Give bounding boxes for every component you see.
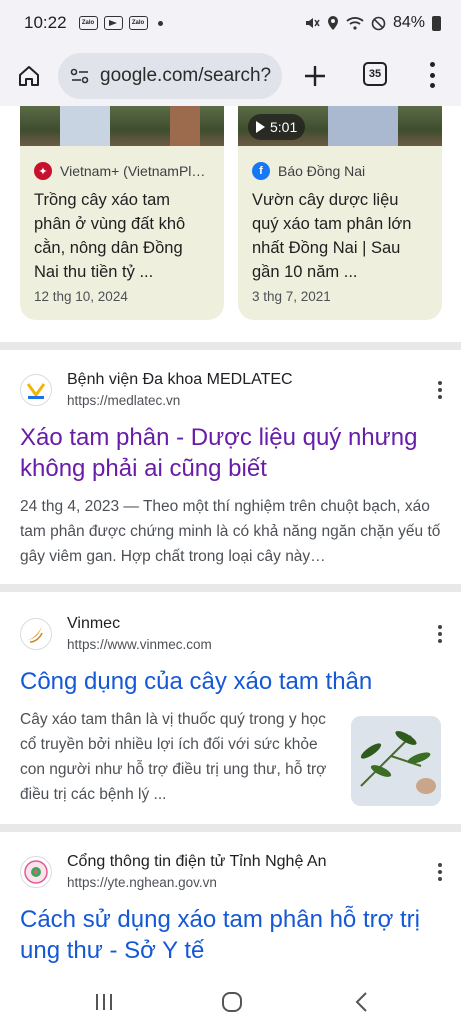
result-site-name: Bệnh viện Đa khoa MEDLATEC [67,371,293,388]
video-duration: 5:01 [270,119,298,135]
zalo-notification-icon: Zalo [78,16,98,30]
zalo-notification-icon: Zalo [128,16,148,30]
search-result: Bệnh viện Đa khoa MEDLATEC https://medla… [0,368,461,569]
url-text: google.com/search? [100,65,272,86]
result-snippet: Cây xáo tam thân là vị thuốc quý trong y… [20,711,327,803]
video-duration-badge: 5:01 [248,114,306,140]
vinmec-favicon-icon [20,618,52,650]
news-card-title: Trồng cây xáo tam phân ở vùng đất khô cằ… [34,191,186,281]
browser-toolbar: google.com/search? 35 [0,46,461,106]
location-icon [327,16,338,30]
battery-icon [432,15,441,31]
browser-menu-button[interactable] [424,60,440,90]
result-site-name: Vinmec [67,615,121,632]
vietnamplus-logo-icon: ✦ [34,162,52,180]
result-site-url: https://medlatec.vn [67,393,181,408]
news-card[interactable]: ✦ Vietnam+ (VietnamPl… Trồng cây xáo tam… [20,106,224,320]
news-card-source: Báo Đồng Nai [278,163,366,179]
system-navigation-bar [0,980,461,1024]
facebook-logo-icon: f [252,162,270,180]
news-card-source: Vietnam+ (VietnamPl… [60,163,206,179]
zalo-notification-icon [103,16,123,30]
more-notifications-icon [157,20,163,26]
result-more-options-button[interactable] [437,863,443,881]
result-site-name: Cổng thông tin điện tử Tỉnh Nghệ An [67,853,327,870]
news-card-title: Vườn cây dược liệu quý xáo tam phân lớn … [252,191,412,281]
battery-percent: 84% [392,14,425,31]
home-button[interactable] [0,46,58,106]
news-card-image [20,106,224,146]
home-circle-icon [222,992,242,1012]
section-divider [0,584,461,592]
back-chevron-icon [355,992,367,1012]
play-icon [256,121,265,133]
result-title-link[interactable]: Cách sử dụng xáo tam phân hỗ trợ trị ung… [20,904,441,966]
status-time: 10:22 [24,13,67,32]
result-more-options-button[interactable] [437,625,443,643]
news-card-date: 3 thg 7, 2021 [252,289,331,304]
tab-switcher-button[interactable]: 35 [363,62,387,86]
section-divider [0,342,461,350]
result-more-options-button[interactable] [437,381,443,399]
result-site-url: https://yte.nghean.gov.vn [67,875,217,890]
new-tab-button[interactable] [300,54,330,98]
address-bar[interactable]: google.com/search? [58,53,282,99]
news-card[interactable]: 5:01 f Báo Đồng Nai Vườn cây dược liệu q… [238,106,442,320]
search-result: Vinmec https://www.vinmec.com Công dụng … [0,612,461,807]
result-title-link[interactable]: Xáo tam phân - Dược liệu quý nhưng không… [20,422,441,484]
wifi-icon [346,17,364,30]
nghean-health-favicon-icon [20,856,52,888]
medlatec-favicon-icon [20,374,52,406]
do-not-disturb-icon [371,16,386,30]
search-results: ✦ Vietnam+ (VietnamPl… Trồng cây xáo tam… [0,106,461,980]
result-title-link[interactable]: Công dụng của cây xáo tam thân [20,666,441,697]
news-card-date: 12 thg 10, 2024 [34,289,128,304]
search-result: Cổng thông tin điện tử Tỉnh Nghệ An http… [0,850,461,966]
result-site-url: https://www.vinmec.com [67,637,212,652]
result-thumbnail-image[interactable] [351,716,441,806]
recent-apps-icon [96,994,112,1010]
home-nav-button[interactable] [220,990,244,1014]
section-divider [0,824,461,832]
site-settings-icon[interactable] [70,67,90,85]
result-snippet: 24 thg 4, 2023 — Theo một thí nghiệm trê… [20,498,441,565]
news-card-video-thumbnail: 5:01 [238,106,442,146]
home-icon [19,66,39,86]
recent-apps-button[interactable] [92,990,116,1014]
back-button[interactable] [350,990,374,1014]
plus-icon [305,66,325,86]
status-bar: 10:22 Zalo Zalo 84% [0,0,461,46]
mute-icon [305,18,320,28]
